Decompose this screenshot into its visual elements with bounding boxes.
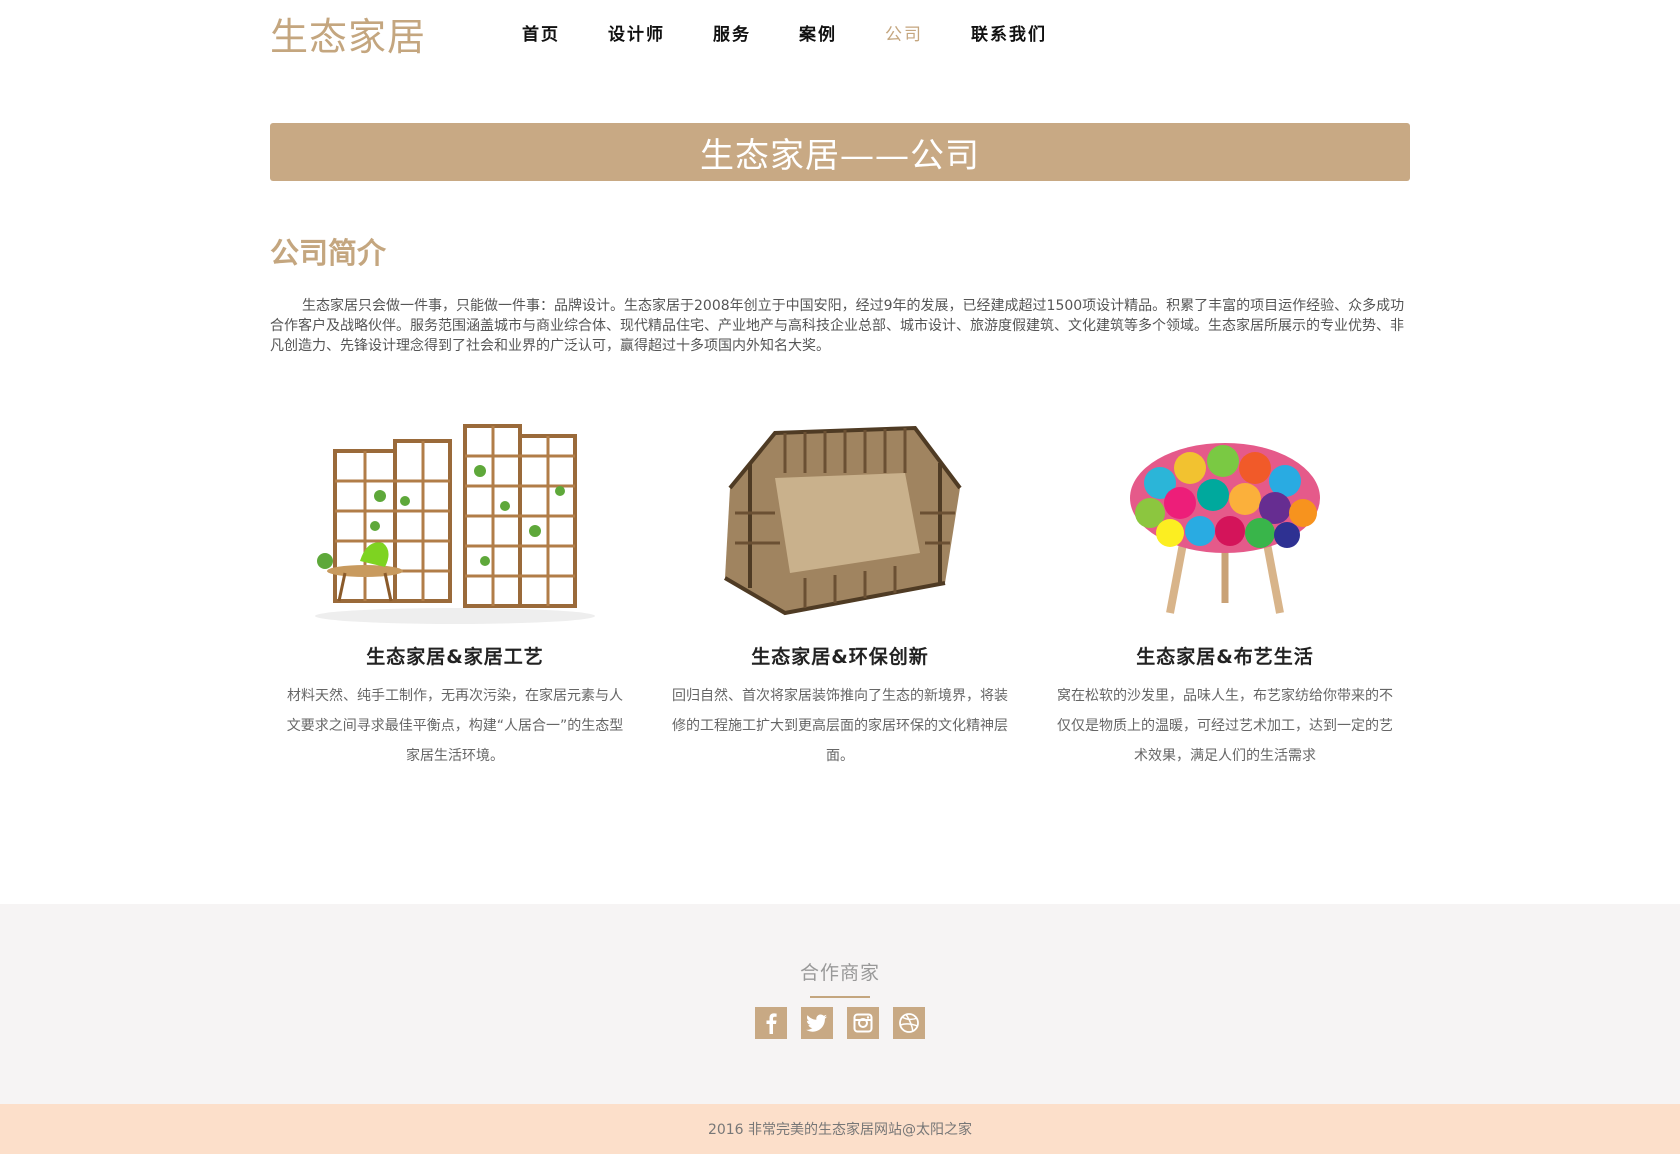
feature-title: 生态家居&环保创新 [751, 646, 929, 668]
main-nav: 首页 设计师 服务 案例 公司 联系我们 [522, 20, 1095, 45]
page-banner: 生态家居——公司 [270, 123, 1410, 181]
feature-description: 回归自然、首次将家居装饰推向了生态的新境界，将装修的工程施工扩大到更高层面的家居… [672, 688, 1008, 764]
nav-item-cases[interactable]: 案例 [799, 20, 837, 45]
partners-title: 合作商家 [799, 962, 880, 984]
feature-card: 生态家居&布艺生活 窝在松软的沙发里，品味人生，布艺家纺给你带来的不仅仅是物质上… [1040, 408, 1410, 771]
site-logo[interactable]: 生态家居 [270, 6, 426, 61]
feature-card: 生态家居&环保创新 回归自然、首次将家居装饰推向了生态的新境界，将装修的工程施工… [655, 408, 1025, 771]
title-underline [810, 996, 870, 998]
section-title-intro: 公司简介 [270, 236, 387, 270]
social-links [755, 1007, 939, 1039]
dribbble-icon[interactable] [893, 1007, 925, 1039]
feature-title: 生态家居&布艺生活 [1136, 646, 1314, 668]
nav-item-services[interactable]: 服务 [713, 20, 751, 45]
partners-section: 合作商家 [0, 904, 1680, 1104]
cardboard-armchair-image [655, 408, 1025, 628]
colorful-fabric-stool-image [1040, 408, 1410, 628]
feature-list: 生态家居&家居工艺 材料天然、纯手工制作，无再次污染，在家居元素与人文要求之间寻… [270, 408, 1410, 771]
facebook-icon[interactable] [755, 1007, 787, 1039]
instagram-icon[interactable] [847, 1007, 879, 1039]
feature-card: 生态家居&家居工艺 材料天然、纯手工制作，无再次污染，在家居元素与人文要求之间寻… [270, 408, 640, 771]
twitter-icon[interactable] [801, 1007, 833, 1039]
company-intro-text: 生态家居只会做一件事，只能做一件事：品牌设计。生态家居于2008年创立于中国安阳… [270, 298, 1405, 354]
feature-description: 窝在松软的沙发里，品味人生，布艺家纺给你带来的不仅仅是物质上的温暖，可经过艺术加… [1057, 688, 1393, 764]
feature-description: 材料天然、纯手工制作，无再次污染，在家居元素与人文要求之间寻求最佳平衡点，构建“… [286, 688, 624, 764]
nav-item-home[interactable]: 首页 [522, 20, 560, 45]
nav-item-contact[interactable]: 联系我们 [971, 20, 1047, 45]
nav-item-company[interactable]: 公司 [885, 20, 923, 45]
wooden-screen-shelf-image [270, 408, 640, 628]
page-title: 生态家居——公司 [700, 135, 980, 176]
site-header: 生态家居 首页 设计师 服务 案例 公司 联系我们 [270, 0, 1410, 68]
feature-title: 生态家居&家居工艺 [366, 646, 544, 668]
nav-item-designers[interactable]: 设计师 [608, 20, 665, 45]
copyright-text: 2016 非常完美的生态家居网站@太阳之家 [707, 1122, 973, 1138]
site-footer: 2016 非常完美的生态家居网站@太阳之家 [0, 1104, 1680, 1154]
